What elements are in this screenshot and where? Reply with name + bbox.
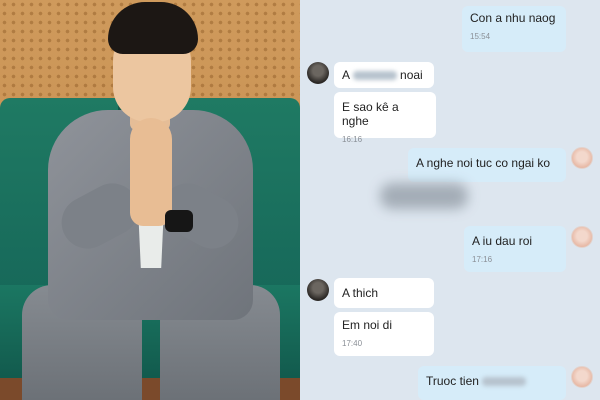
contact-avatar[interactable] [307,279,329,301]
chat-conversation[interactable]: Con a nhu naog 15:54 A noai E sao kê a n… [300,0,600,400]
man-figure [0,0,300,400]
blurred-text [352,71,397,81]
message-time: 16:16 [342,135,363,144]
my-avatar[interactable] [571,226,593,248]
message-bubble-incoming[interactable]: Em noi di 17:40 [334,312,434,356]
portrait-photo [0,0,300,400]
clasped-hands [130,118,172,226]
blurred-text [482,377,527,387]
message-bubble-incoming[interactable]: E sao kê a nghe 16:16 [334,92,436,144]
message-time: 17:40 [342,339,363,348]
message-text: Em noi di [342,318,393,332]
my-avatar[interactable] [571,147,593,169]
message-text: A iu dau roi [472,234,533,248]
message-text: A thich [342,286,379,300]
message-bubble-outgoing[interactable]: Con a nhu naog 15:54 [462,6,566,52]
message-text: E sao kê a nghe [342,100,399,128]
wristwatch [165,210,193,232]
blurred-redaction [380,183,468,209]
message-time: 17:16 [472,255,493,264]
message-bubble-outgoing[interactable]: A nghe noi tuc co ngai ko [408,148,566,182]
message-bubble-incoming[interactable]: A thich [334,278,434,308]
message-time: 15:54 [470,32,491,41]
message-bubble-outgoing[interactable]: Truoc tien [418,366,566,400]
message-bubble-incoming[interactable]: A noai [334,62,434,88]
message-text: A nghe noi tuc co ngai ko [416,156,551,170]
my-avatar[interactable] [571,366,593,388]
hair [108,2,198,54]
message-bubble-outgoing[interactable]: A iu dau roi 17:16 [464,226,566,272]
contact-avatar[interactable] [307,62,329,84]
message-text: Truoc tien [426,374,479,388]
message-text: A [342,68,350,82]
message-text: Con a nhu naog [470,11,556,25]
message-text-suffix: noai [400,68,423,82]
